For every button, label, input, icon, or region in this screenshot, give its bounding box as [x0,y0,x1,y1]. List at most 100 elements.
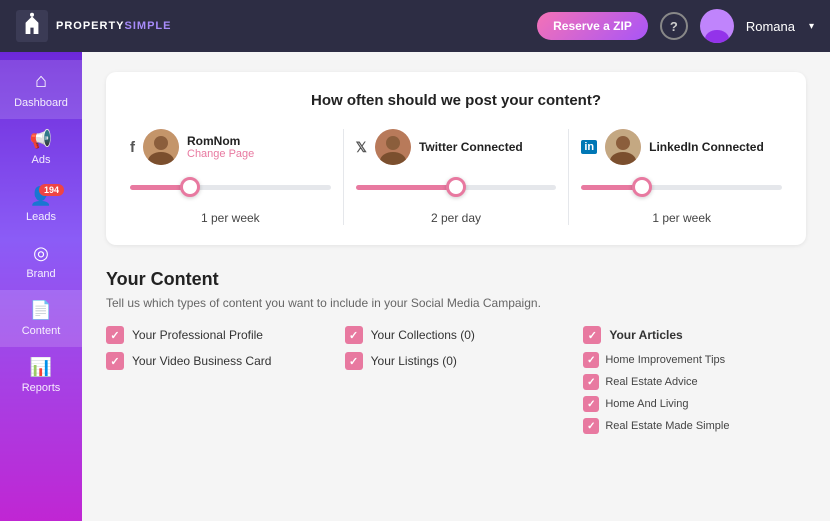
ads-icon: 📢 [30,129,52,150]
real-estate-simple-label: Real Estate Made Simple [605,420,729,432]
help-button[interactable]: ? [660,12,688,40]
facebook-header: f RomNom Change Page [130,129,331,165]
facebook-name: RomNom [187,134,254,148]
sidebar-item-reports[interactable]: 📊 Reports [0,347,82,404]
brand-icon: ◎ [33,243,49,264]
content-col-2: Your Collections (0) Your Listings (0) [345,326,568,440]
twitter-icon: 𝕏 [356,139,367,156]
main-layout: ⌂ Dashboard 📢 Ads 194 👤 Leads ◎ Brand 📄 … [0,52,830,521]
content-item-collections: Your Collections (0) [345,326,568,344]
sidebar-item-dashboard[interactable]: ⌂ Dashboard [0,60,82,119]
sidebar: ⌂ Dashboard 📢 Ads 194 👤 Leads ◎ Brand 📄 … [0,52,82,521]
sidebar-item-label: Brand [26,268,55,280]
twitter-slider[interactable] [356,175,557,199]
sidebar-item-leads[interactable]: 194 👤 Leads [0,176,82,233]
linkedin-slider-track [581,185,782,190]
professional-profile-label: Your Professional Profile [132,328,263,342]
content-col-3: Your Articles Home Improvement Tips Real… [583,326,806,440]
content-item-profile: Your Professional Profile [106,326,329,344]
dashboard-icon: ⌂ [35,70,47,93]
logo-text: PROPERTYSIMPLE [56,20,171,32]
checkbox-home-living[interactable] [583,396,599,412]
twitter-slider-thumb[interactable] [446,177,466,197]
linkedin-slider-thumb[interactable] [632,177,652,197]
sidebar-item-label: Dashboard [14,97,68,109]
facebook-change-page[interactable]: Change Page [187,148,254,160]
checkbox-collections[interactable] [345,326,363,344]
linkedin-avatar [605,129,641,165]
video-card-label: Your Video Business Card [132,354,271,368]
twitter-avatar [375,129,411,165]
linkedin-freq-label: 1 per week [652,211,711,225]
home-living-label: Home And Living [605,398,688,410]
main-content: How often should we post your content? f… [82,52,830,521]
articles-sub-items: Home Improvement Tips Real Estate Advice… [583,352,806,440]
navbar: PROPERTYSIMPLE Reserve a ZIP ? Romana ▾ [0,0,830,52]
twitter-account: 𝕏 Twitter Connected 2 per day [356,129,557,225]
content-grid: Your Professional Profile Your Video Bus… [106,326,806,440]
your-content-section: Your Content Tell us which types of cont… [106,269,806,440]
facebook-slider-thumb[interactable] [180,177,200,197]
twitter-freq-label: 2 per day [431,211,481,225]
sidebar-item-label: Reports [22,382,61,394]
avatar [700,9,734,43]
facebook-account: f RomNom Change Page [130,129,331,225]
checkbox-video-card[interactable] [106,352,124,370]
linkedin-info: LinkedIn Connected [649,140,764,154]
sidebar-item-brand[interactable]: ◎ Brand [0,233,82,290]
facebook-slider-track [130,185,331,190]
twitter-info: Twitter Connected [419,140,523,154]
sub-item-home-living: Home And Living [583,396,806,412]
articles-header: Your Articles [583,326,806,344]
sidebar-item-label: Content [22,325,61,337]
linkedin-header: in LinkedIn Connected [581,129,782,165]
facebook-icon: f [130,139,135,156]
checkbox-listings[interactable] [345,352,363,370]
facebook-avatar [143,129,179,165]
articles-title: Your Articles [609,328,682,342]
nav-right: Reserve a ZIP ? Romana ▾ [537,9,814,43]
frequency-title: How often should we post your content? [130,92,782,109]
twitter-header: 𝕏 Twitter Connected [356,129,557,165]
sidebar-item-ads[interactable]: 📢 Ads [0,119,82,176]
sidebar-item-content[interactable]: 📄 Content [0,290,82,347]
facebook-info: RomNom Change Page [187,134,254,160]
sidebar-item-label: Ads [32,154,51,166]
section-title: Your Content [106,269,806,290]
checkbox-home-improvement[interactable] [583,352,599,368]
sub-item-home-improvement: Home Improvement Tips [583,352,806,368]
user-menu-chevron[interactable]: ▾ [809,21,814,32]
sub-item-real-estate-advice: Real Estate Advice [583,374,806,390]
divider-1 [343,129,344,225]
section-subtitle: Tell us which types of content you want … [106,296,806,310]
checkbox-real-estate-advice[interactable] [583,374,599,390]
checkbox-articles[interactable] [583,326,601,344]
facebook-slider[interactable] [130,175,331,199]
linkedin-account: in LinkedIn Connected 1 per week [581,129,782,225]
content-col-1: Your Professional Profile Your Video Bus… [106,326,329,440]
reserve-zip-button[interactable]: Reserve a ZIP [537,12,648,40]
checkbox-real-estate-simple[interactable] [583,418,599,434]
linkedin-slider[interactable] [581,175,782,199]
home-improvement-label: Home Improvement Tips [605,354,725,366]
facebook-freq-label: 1 per week [201,211,260,225]
twitter-name: Twitter Connected [419,140,523,154]
divider-2 [568,129,569,225]
logo: PROPERTYSIMPLE [16,10,171,42]
linkedin-icon: in [581,140,597,154]
real-estate-advice-label: Real Estate Advice [605,376,697,388]
content-icon: 📄 [30,300,52,321]
checkbox-professional-profile[interactable] [106,326,124,344]
leads-badge: 194 [39,184,64,196]
username-label: Romana [746,19,795,34]
collections-label: Your Collections (0) [371,328,475,342]
twitter-slider-track [356,185,557,190]
listings-label: Your Listings (0) [371,354,457,368]
content-item-listings: Your Listings (0) [345,352,568,370]
linkedin-name: LinkedIn Connected [649,140,764,154]
frequency-card: How often should we post your content? f… [106,72,806,245]
social-accounts: f RomNom Change Page [130,129,782,225]
sidebar-item-label: Leads [26,211,56,223]
sub-item-real-estate-simple: Real Estate Made Simple [583,418,806,434]
reports-icon: 📊 [30,357,52,378]
